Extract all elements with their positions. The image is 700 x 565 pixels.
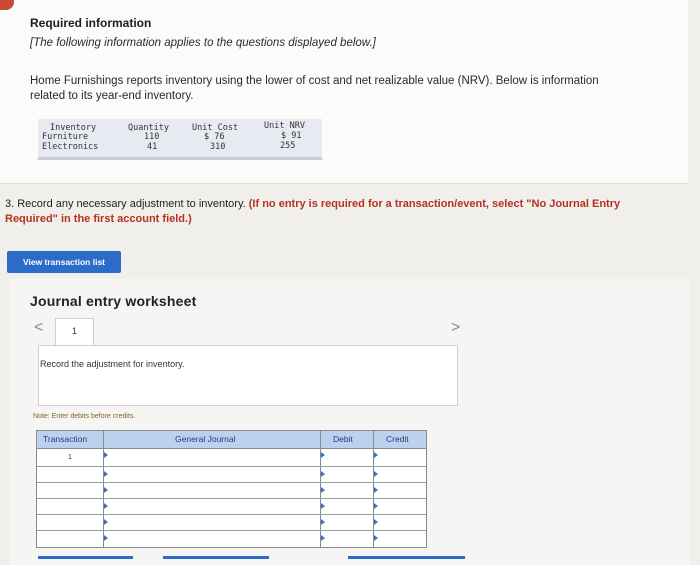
credit-field-marker[interactable] bbox=[374, 452, 378, 458]
account-field-marker[interactable] bbox=[104, 503, 108, 509]
row-divider bbox=[37, 514, 426, 515]
column-header-general-journal: General Journal bbox=[175, 434, 236, 444]
debit-field-marker[interactable] bbox=[321, 471, 325, 477]
account-field-marker[interactable] bbox=[104, 487, 108, 493]
account-field-marker[interactable] bbox=[104, 535, 108, 541]
debit-field-marker[interactable] bbox=[321, 535, 325, 541]
credit-field-marker[interactable] bbox=[374, 535, 378, 541]
question-prompt: 3. Record any necessary adjustment to in… bbox=[5, 197, 665, 227]
action-button-bar[interactable] bbox=[348, 556, 465, 559]
worksheet-title: Journal entry worksheet bbox=[30, 293, 197, 309]
table-cell: Furniture bbox=[42, 132, 89, 142]
table-cell: 41 bbox=[147, 142, 158, 152]
required-info-note: [The following information applies to th… bbox=[30, 37, 376, 49]
required-info-title: Required information bbox=[30, 16, 152, 30]
journal-grid: Transaction General Journal Debit Credit… bbox=[36, 430, 427, 548]
table-cell: $ 76 bbox=[204, 132, 225, 142]
debit-field-marker[interactable] bbox=[321, 519, 325, 525]
account-field-marker[interactable] bbox=[104, 452, 108, 458]
credit-field-marker[interactable] bbox=[374, 519, 378, 525]
journal-entry-worksheet: Journal entry worksheet < > 1 Record the… bbox=[10, 279, 690, 565]
row-divider bbox=[37, 530, 426, 531]
credit-field-marker[interactable] bbox=[374, 471, 378, 477]
column-header-debit: Debit bbox=[333, 434, 353, 444]
debits-note: Note: Enter debits before credits. bbox=[33, 413, 136, 420]
chevron-left-icon[interactable]: < bbox=[34, 319, 43, 337]
alert-badge bbox=[0, 0, 14, 10]
debit-field-marker[interactable] bbox=[321, 503, 325, 509]
credit-field-marker[interactable] bbox=[374, 503, 378, 509]
view-transaction-list-button[interactable]: View transaction list bbox=[7, 251, 121, 273]
action-button-bar[interactable] bbox=[38, 556, 133, 559]
question-text: 3. Record any necessary adjustment to in… bbox=[5, 198, 246, 210]
transaction-number[interactable]: 1 bbox=[68, 454, 72, 461]
table-cell: 110 bbox=[144, 132, 160, 142]
row-divider bbox=[37, 466, 426, 467]
row-divider bbox=[37, 498, 426, 499]
column-header-credit: Credit bbox=[386, 434, 409, 444]
column-header-transaction: Transaction bbox=[43, 434, 88, 444]
debit-field-marker[interactable] bbox=[321, 452, 325, 458]
action-button-bar[interactable] bbox=[163, 556, 269, 559]
account-field-marker[interactable] bbox=[104, 471, 108, 477]
table-cell: 255 bbox=[280, 141, 296, 151]
problem-description: Home Furnishings reports inventory using… bbox=[30, 75, 599, 102]
table-cell: Electronics bbox=[42, 142, 99, 152]
table-cell: 310 bbox=[210, 142, 226, 152]
account-field-marker[interactable] bbox=[104, 519, 108, 525]
credit-field-marker[interactable] bbox=[374, 487, 378, 493]
table-cell: $ 91 bbox=[281, 131, 302, 141]
tab-1[interactable]: 1 bbox=[55, 318, 94, 346]
instruction-box bbox=[38, 345, 458, 406]
debit-field-marker[interactable] bbox=[321, 487, 325, 493]
inventory-table: Inventory Quantity Unit Cost Unit NRV Fu… bbox=[38, 119, 322, 160]
required-info-panel: Required information [The following info… bbox=[0, 0, 688, 184]
table-header-unit-nrv: Unit NRV bbox=[264, 121, 305, 131]
worksheet-instruction: Record the adjustment for inventory. bbox=[40, 359, 185, 369]
chevron-right-icon[interactable]: > bbox=[451, 319, 460, 337]
row-divider bbox=[37, 482, 426, 483]
